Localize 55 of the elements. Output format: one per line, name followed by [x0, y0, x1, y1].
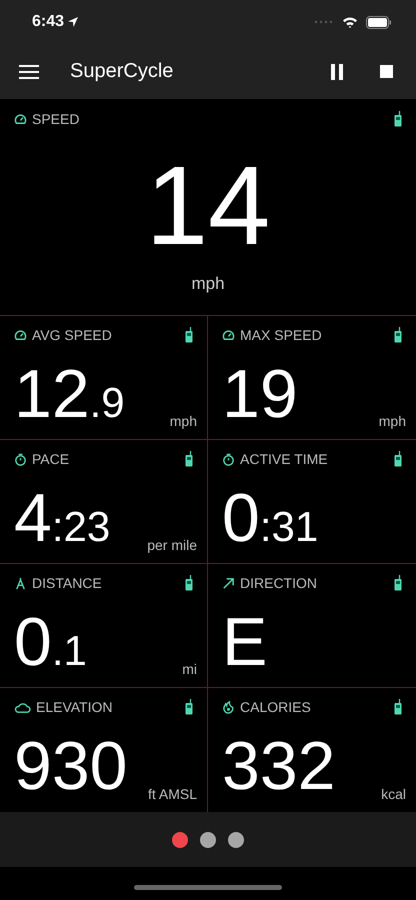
flame-icon: [222, 700, 235, 714]
phone-icon: [185, 575, 193, 591]
gauge-icon: [14, 328, 27, 342]
page-dot[interactable]: [172, 832, 188, 848]
metric-unit: mi: [182, 661, 197, 677]
metric-value: 19: [222, 360, 298, 428]
stop-icon: [380, 65, 393, 78]
metric-unit: mph: [378, 413, 406, 429]
app-title: SuperCycle: [70, 60, 174, 83]
metric-label: ACTIVE TIME: [240, 451, 328, 467]
metric-value: 0:31: [222, 484, 318, 552]
metric-value: 332: [222, 732, 336, 800]
metric-value: 0.1: [14, 608, 87, 676]
phone-icon: [185, 699, 193, 715]
location-arrow-icon: [68, 17, 78, 27]
battery-icon: [366, 16, 392, 28]
phone-icon: [185, 451, 193, 467]
phone-icon: [185, 327, 193, 343]
metric-value: 4:23: [14, 484, 110, 552]
metric-unit: mph: [190, 274, 226, 294]
metric-unit: ft AMSL: [148, 786, 197, 802]
metric-label: CALORIES: [240, 699, 311, 715]
phone-icon: [394, 111, 402, 127]
metric-label: DISTANCE: [32, 575, 102, 591]
status-time: 6:43: [32, 13, 64, 31]
page-dot[interactable]: [228, 832, 244, 848]
metric-unit: mph: [170, 413, 197, 429]
gauge-icon: [14, 112, 27, 126]
gauge-icon: [222, 328, 235, 342]
stopwatch-icon: [14, 452, 27, 466]
metric-label: MAX SPEED: [240, 327, 322, 343]
arrow-icon: [222, 576, 235, 590]
signal-icon: [314, 20, 334, 24]
compass-drawing-icon: [14, 576, 27, 590]
metric-value: 12.9: [14, 360, 125, 428]
metric-label: ELEVATION: [36, 699, 113, 715]
page-dot[interactable]: [200, 832, 216, 848]
metric-label: PACE: [32, 451, 70, 467]
wifi-icon: [342, 16, 358, 28]
phone-icon: [394, 327, 402, 343]
metric-value: E: [222, 608, 268, 676]
stopwatch-icon: [222, 452, 235, 466]
phone-icon: [394, 451, 402, 467]
metric-value: 930: [14, 732, 128, 800]
phone-icon: [394, 575, 402, 591]
metric-value: 14: [144, 150, 272, 262]
menu-icon: [19, 64, 39, 78]
metric-unit: kcal: [381, 786, 406, 802]
pause-icon: [330, 64, 344, 80]
metric-label: DIRECTION: [240, 575, 317, 591]
metric-label: AVG SPEED: [32, 327, 112, 343]
phone-icon: [394, 699, 402, 715]
metric-unit: per mile: [147, 537, 197, 553]
metric-label: SPEED: [32, 111, 80, 127]
cloud-icon: [14, 700, 31, 714]
